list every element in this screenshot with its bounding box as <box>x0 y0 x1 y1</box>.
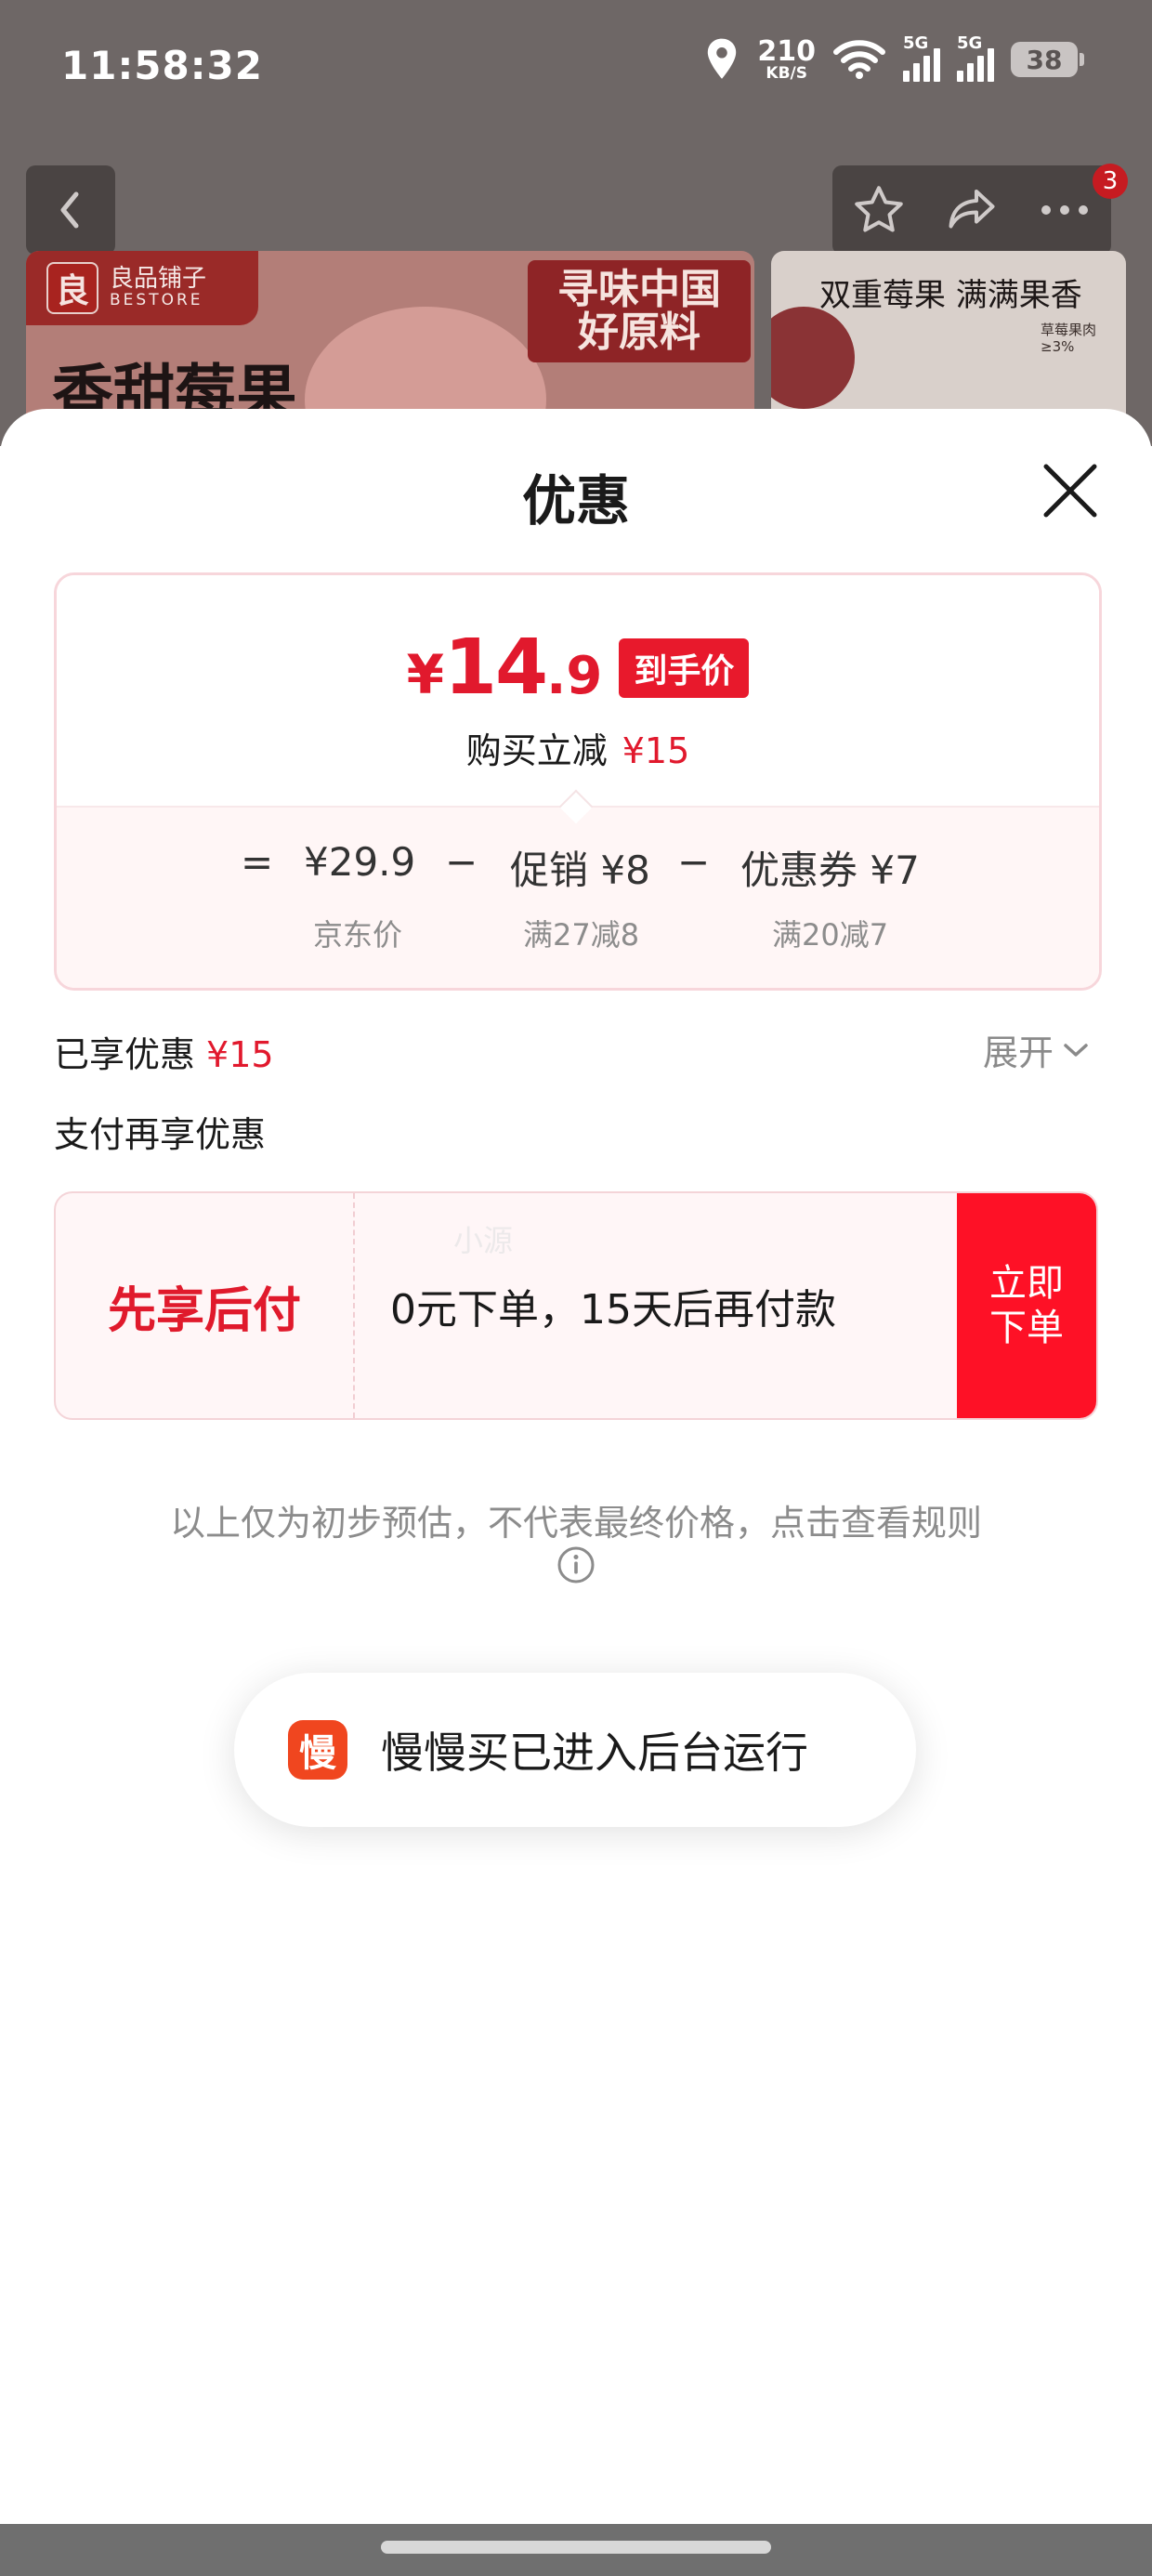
share-icon <box>949 190 995 229</box>
location-icon <box>708 38 737 79</box>
hand-price-tag: 到手价 <box>619 637 750 698</box>
favorite-button[interactable] <box>842 173 916 247</box>
more-icon <box>1041 205 1088 215</box>
star-icon <box>855 186 903 232</box>
secondary-banner-title: 双重莓果 满满果香 <box>819 277 1082 314</box>
brand-logo: 良 良品铺子 BESTORE <box>26 251 258 325</box>
status-time: 11:58:32 <box>61 43 263 88</box>
brand-name: 良品铺子 <box>110 265 207 294</box>
share-button[interactable] <box>935 173 1009 247</box>
page-actions <box>832 165 1111 255</box>
promo-discount: 促销 ¥8 <box>510 848 650 893</box>
enjoyed-amount: ¥15 <box>206 1034 274 1075</box>
brand-name-en: BESTORE <box>110 290 203 309</box>
network-speed: 210 KB/S <box>757 34 816 83</box>
equals-sign: = <box>241 839 274 885</box>
berry-image <box>771 307 855 409</box>
discount-sheet: 优惠 ¥ 14 .9 到手价 购买立减 ¥15 = ¥29.9 京东价 − 促销… <box>0 409 1152 2576</box>
watermark-text: 小源 <box>453 1223 514 1258</box>
notification-badge: 3 <box>1093 164 1128 199</box>
price-disclaimer-link[interactable]: 以上仅为初步预估，不代表最终价格，点击查看规则 <box>0 1494 1152 1545</box>
status-icons: 210 KB/S 5G 5G 38 <box>703 33 1084 83</box>
close-icon <box>1043 464 1097 518</box>
enjoyed-discount: 已享优惠 ¥15 <box>54 1026 274 1077</box>
signal-icon-1: 5G <box>903 33 940 82</box>
reduce-label: 购买立减 <box>465 730 608 771</box>
network-speed-value: 210 <box>757 34 816 68</box>
brand-mark: 良 <box>46 262 98 314</box>
secondary-banner-note: 草莓果肉≥3% <box>1041 322 1097 355</box>
chevron-left-icon <box>60 191 79 229</box>
bnpl-card[interactable]: 先享后付 0元下单，15天后再付款 立即下单 <box>54 1191 1098 1420</box>
background-product-page: 11:58:32 210 KB/S 5G 5G 38 3 良 良品铺子 BEST… <box>0 0 1152 446</box>
final-price-decimal: .9 <box>546 646 603 706</box>
price-breakdown: = ¥29.9 京东价 − 促销 ¥8 满27减8 − 优惠券 ¥7 满20减7 <box>57 806 1099 988</box>
status-bar: 11:58:32 210 KB/S 5G 5G 38 <box>0 0 1152 139</box>
sheet-title: 优惠 <box>521 469 630 532</box>
back-button[interactable] <box>26 165 115 255</box>
minus-sign-2: − <box>677 839 711 885</box>
signal-label-2: 5G <box>957 33 983 53</box>
info-icon[interactable] <box>556 1544 596 1585</box>
signal-icon-2: 5G <box>957 33 994 82</box>
order-now-button[interactable]: 立即下单 <box>957 1193 1096 1418</box>
network-speed-unit: KB/S <box>766 63 807 83</box>
slogan-line-2: 好原料 <box>578 309 700 356</box>
home-indicator[interactable] <box>381 2541 771 2554</box>
expand-label: 展开 <box>983 1032 1054 1073</box>
battery-icon: 38 <box>1011 42 1084 77</box>
final-price: ¥ 14 .9 <box>407 624 603 712</box>
background-running-toast: 慢 慢慢买已进入后台运行 <box>234 1673 916 1827</box>
app-icon: 慢 <box>288 1720 347 1780</box>
instant-reduction: 购买立减 ¥15 <box>57 722 1099 773</box>
enjoyed-label: 已享优惠 <box>54 1034 196 1075</box>
jd-price-label: 京东价 <box>313 917 403 953</box>
coupon-discount: 优惠券 ¥7 <box>740 848 920 893</box>
close-button[interactable] <box>1037 457 1104 524</box>
chevron-down-icon <box>1064 1043 1088 1057</box>
jd-price: ¥29.9 <box>304 839 416 885</box>
signal-label-1: 5G <box>903 33 929 53</box>
wifi-icon <box>833 40 885 79</box>
expand-button[interactable]: 展开 <box>983 1024 1089 1075</box>
battery-level: 38 <box>1026 44 1063 75</box>
minus-sign-1: − <box>445 839 478 885</box>
payment-discount-heading: 支付再享优惠 <box>54 1114 267 1155</box>
final-price-currency: ¥ <box>406 643 444 706</box>
final-price-integer: 14 <box>443 624 548 712</box>
slogan-line-1: 寻味中国 <box>557 265 721 313</box>
bnpl-title: 先享后付 <box>56 1193 355 1418</box>
coupon-rule: 满20减7 <box>772 917 889 953</box>
toast-message: 慢慢买已进入后台运行 <box>381 1728 808 1778</box>
final-price-section: ¥ 14 .9 到手价 购买立减 ¥15 <box>57 575 1099 806</box>
reduce-amount: ¥15 <box>622 730 690 771</box>
promo-rule: 满27减8 <box>523 917 640 953</box>
price-summary-card: ¥ 14 .9 到手价 购买立减 ¥15 = ¥29.9 京东价 − 促销 ¥8 … <box>54 572 1102 991</box>
banner-slogan: 寻味中国 好原料 <box>528 260 751 362</box>
more-button[interactable] <box>1028 173 1102 247</box>
